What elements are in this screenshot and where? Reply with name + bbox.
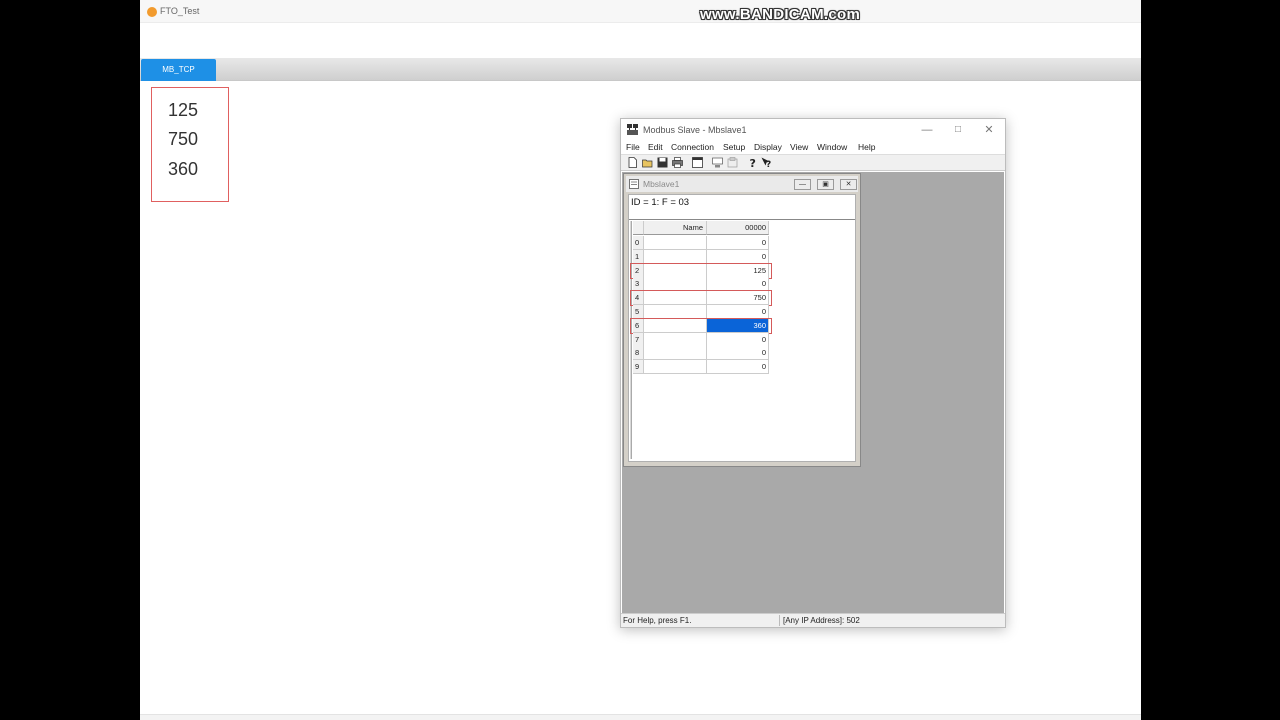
modbus-app-icon — [627, 124, 638, 135]
menu-bar: File Edit Connection Setup Display View … — [621, 141, 1005, 154]
menu-file[interactable]: File — [626, 142, 640, 152]
new-icon[interactable] — [627, 157, 638, 168]
child-content: ID = 1: F = 03 Name 00000 0 0 1 0 2 125 3 0 4 750… — [628, 194, 856, 462]
menu-window[interactable]: Window — [817, 142, 847, 152]
highlight-box — [630, 317, 772, 334]
slave-id-function-label: ID = 1: F = 03 — [631, 197, 690, 208]
highlight-box — [630, 290, 772, 307]
child-titlebar[interactable]: Mbslave1 — ▣ ✕ — [626, 176, 858, 192]
mdi-child-window: Mbslave1 — ▣ ✕ ID = 1: F = 03 Name 00000… — [623, 173, 861, 467]
register-name-cell[interactable] — [644, 360, 707, 375]
mdi-client-area: Mbslave1 — ▣ ✕ ID = 1: F = 03 Name 00000… — [622, 172, 1004, 613]
print-icon[interactable] — [672, 157, 683, 168]
menu-connection[interactable]: Connection — [671, 142, 714, 152]
child-title: Mbslave1 — [643, 179, 680, 189]
svg-text:?: ? — [766, 160, 771, 168]
app-titlebar: FTO_Test — [140, 0, 1141, 23]
screen-area: FTO_Test www.BANDICAM.com MB_TCP 125 750… — [140, 0, 1141, 720]
register-value-cell[interactable]: 0 — [707, 236, 769, 250]
value-label: 750 — [168, 129, 199, 149]
register-grid[interactable]: Name 00000 0 0 1 0 2 125 3 0 4 750 5 0 6 360 7 0 8 0 9 0 — [630, 221, 854, 461]
row-index[interactable]: 9 — [633, 360, 644, 375]
status-separator — [779, 615, 780, 626]
values-panel: 125 750 360 — [151, 87, 229, 202]
menu-setup[interactable]: Setup — [723, 142, 745, 152]
value-label: 360 — [168, 159, 199, 179]
open-icon[interactable] — [642, 157, 653, 168]
tab-mb-tcp[interactable]: MB_TCP — [141, 59, 216, 81]
window-title: Modbus Slave - Mbslave1 — [643, 125, 747, 135]
recorder-watermark: www.BANDICAM.com — [700, 6, 861, 23]
column-header-value[interactable]: 00000 — [707, 221, 769, 235]
child-restore-button[interactable]: ▣ — [817, 179, 834, 190]
grid-row-header-strip — [630, 221, 632, 459]
tab-bar: MB_TCP — [140, 58, 1141, 81]
register-value-cell[interactable]: 0 — [707, 360, 769, 375]
connect-icon[interactable] — [712, 157, 723, 168]
row-index[interactable]: 8 — [633, 346, 644, 361]
menu-help[interactable]: Help — [858, 142, 875, 152]
window-titlebar[interactable]: Modbus Slave - Mbslave1 — □ ✕ — [621, 119, 1005, 141]
app-logo-icon — [147, 7, 157, 17]
app-footer — [140, 714, 1141, 720]
row-index[interactable]: 7 — [633, 332, 644, 347]
register-value-cell[interactable]: 0 — [707, 332, 769, 347]
child-minimize-button[interactable]: — — [794, 179, 811, 190]
svg-text:?: ? — [750, 157, 756, 168]
child-close-button[interactable]: ✕ — [840, 179, 857, 190]
status-bar: For Help, press F1. [Any IP Address]: 50… — [621, 613, 1005, 627]
document-icon — [629, 179, 639, 189]
close-button[interactable]: ✕ — [979, 122, 999, 138]
disconnect-icon[interactable] — [727, 157, 738, 168]
window-icon[interactable] — [692, 157, 703, 168]
register-value-cell[interactable]: 0 — [707, 346, 769, 361]
grid-corner-cell — [633, 221, 644, 235]
about-icon[interactable]: ? — [747, 157, 758, 168]
save-icon[interactable] — [657, 157, 668, 168]
divider — [629, 219, 855, 220]
register-name-cell[interactable] — [644, 332, 707, 347]
minimize-button[interactable]: — — [917, 122, 937, 138]
status-help-text: For Help, press F1. — [623, 616, 692, 625]
app-title: FTO_Test — [160, 6, 200, 16]
value-label: 125 — [168, 100, 199, 120]
menu-view[interactable]: View — [790, 142, 808, 152]
maximize-button[interactable]: □ — [948, 122, 968, 138]
column-header-name[interactable]: Name — [644, 221, 707, 235]
register-name-cell[interactable] — [644, 236, 707, 250]
help-icon[interactable]: ? — [761, 157, 772, 168]
status-connection-address: [Any IP Address]: 502 — [783, 616, 860, 625]
modbus-slave-window: Modbus Slave - Mbslave1 — □ ✕ File Edit … — [620, 118, 1006, 628]
toolbar: ? ? — [621, 154, 1005, 171]
row-index[interactable]: 0 — [633, 236, 644, 250]
menu-edit[interactable]: Edit — [648, 142, 663, 152]
menu-display[interactable]: Display — [754, 142, 782, 152]
highlight-box — [630, 262, 772, 279]
register-name-cell[interactable] — [644, 346, 707, 361]
